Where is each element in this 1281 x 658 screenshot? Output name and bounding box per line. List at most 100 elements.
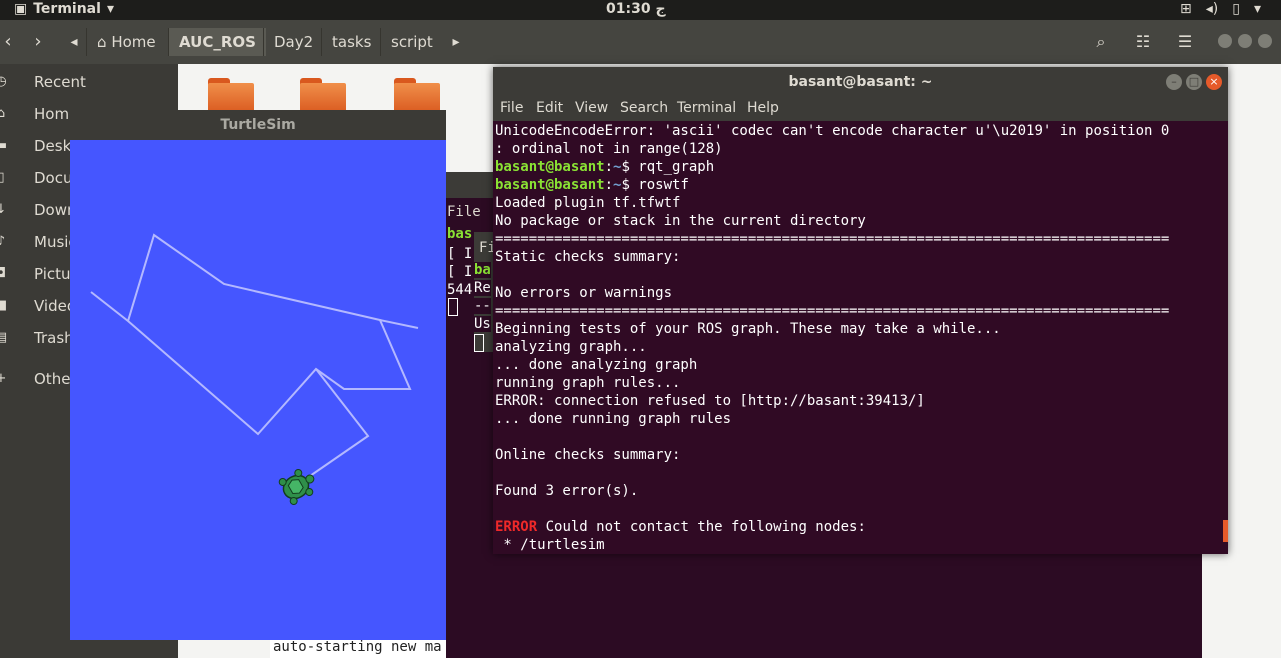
- terminal-output[interactable]: UnicodeEncodeError: 'ascii' codec can't …: [493, 121, 1228, 554]
- background-terminal-line: [ I: [447, 264, 473, 280]
- breadcrumb-auc-ros[interactable]: AUC_ROS: [168, 28, 266, 56]
- camera-icon: ◘: [0, 266, 7, 281]
- close-button[interactable]: [1258, 34, 1272, 48]
- menu-file[interactable]: File: [500, 100, 523, 116]
- breadcrumb-script[interactable]: script: [380, 28, 443, 56]
- download-icon: ↓: [0, 202, 7, 217]
- background-terminal-line: 544: [447, 282, 473, 298]
- error-message: Could not contact the following nodes:: [537, 519, 866, 535]
- view-options-icon[interactable]: ☷: [1126, 28, 1160, 56]
- terminal-prompt-line: basant@basant:~$ rqt_graph: [495, 159, 714, 175]
- terminal-line: * /turtlesim: [495, 537, 605, 553]
- folder-icon[interactable]: [394, 78, 440, 114]
- terminal-line: No errors or warnings: [495, 285, 673, 301]
- terminal-line: Static checks summary:: [495, 249, 681, 265]
- prompt-user: basant@basant: [495, 159, 605, 175]
- system-tray[interactable]: ⊞ ◂) ▯ ▾: [1180, 1, 1261, 17]
- menu-terminal[interactable]: Terminal: [677, 100, 736, 116]
- breadcrumb-home[interactable]: ⌂ Home: [86, 28, 166, 56]
- prompt-user: basant@basant: [495, 177, 605, 193]
- background-terminal-line: Us: [474, 316, 491, 332]
- terminal-line: : ordinal not in range(128): [495, 141, 723, 157]
- document-icon: ▯: [0, 170, 5, 185]
- trash-icon: ▤: [0, 330, 8, 345]
- path-scroll-left-button[interactable]: ◂: [66, 28, 82, 56]
- terminal-icon: ▣: [14, 1, 28, 17]
- maximize-button[interactable]: [1238, 34, 1252, 48]
- app-menu-label: Terminal: [33, 1, 101, 17]
- menu-edit[interactable]: Edit: [536, 100, 563, 116]
- turtlesim-window[interactable]: TurtleSim: [70, 110, 446, 640]
- background-terminal-menu-file[interactable]: File: [447, 204, 481, 220]
- terminal-line: running graph rules...: [495, 375, 681, 391]
- terminal-line: Found 3 error(s).: [495, 483, 639, 499]
- breadcrumb-day2[interactable]: Day2: [263, 28, 323, 56]
- main-terminal-window[interactable]: basant@basant: ~ – □ × File Edit View Se…: [493, 67, 1228, 554]
- menu-help[interactable]: Help: [747, 100, 779, 116]
- back-button[interactable]: ‹: [0, 28, 16, 56]
- clock[interactable]: ج 01:30: [606, 1, 666, 17]
- close-button[interactable]: ×: [1206, 74, 1222, 90]
- forward-button[interactable]: ›: [26, 28, 50, 56]
- bottom-terminal-strip[interactable]: auto-starting new ma: [270, 638, 446, 658]
- terminal-line: Online checks summary:: [495, 447, 681, 463]
- turtle-icon: [278, 468, 315, 506]
- maximize-button[interactable]: □: [1186, 74, 1202, 90]
- menu-search[interactable]: Search: [620, 100, 668, 116]
- terminal-line: UnicodeEncodeError: 'ascii' codec can't …: [495, 123, 1170, 139]
- breadcrumb-tasks[interactable]: tasks: [321, 28, 381, 56]
- volume-icon[interactable]: ◂): [1206, 1, 1219, 17]
- terminal-line: ... done running graph rules: [495, 411, 732, 427]
- top-panel: ▣ Terminal ▾ ج 01:30 ⊞ ◂) ▯ ▾: [0, 0, 1281, 20]
- folder-icon[interactable]: [208, 78, 254, 114]
- music-icon: ♪: [0, 234, 6, 249]
- prompt-command: $ roswtf: [621, 177, 689, 193]
- terminal-menubar: File Edit View Search Terminal Help: [493, 97, 1228, 121]
- terminal-line: analyzing graph...: [495, 339, 647, 355]
- battery-icon[interactable]: ▯: [1232, 1, 1240, 17]
- bottom-terminal-line: auto-starting new ma: [273, 639, 442, 655]
- background-terminal-line: bas: [447, 226, 473, 242]
- terminal-line: ... done analyzing graph: [495, 357, 698, 373]
- files-toolbar: ‹ › ◂ ⌂ Home AUC_ROS Day2 tasks script ▸…: [0, 20, 1281, 65]
- network-icon[interactable]: ⊞: [1180, 1, 1192, 17]
- desktop-icon: ▬: [0, 138, 8, 153]
- clock-icon: ◷: [0, 74, 7, 89]
- terminal-line: ERROR: connection refused to [http://bas…: [495, 393, 925, 409]
- terminal-scrollbar[interactable]: [1223, 520, 1228, 542]
- prompt-separator: :: [604, 159, 614, 175]
- terminal-separator: ========================================…: [495, 303, 1170, 319]
- prompt-command: $ rqt_graph: [621, 159, 715, 175]
- plus-icon: +: [0, 371, 7, 386]
- turtle-path-svg: [90, 233, 419, 506]
- minimize-button[interactable]: [1218, 34, 1232, 48]
- home-icon: ⌂: [0, 106, 6, 121]
- terminal-line: Beginning tests of your ROS graph. These…: [495, 321, 1001, 337]
- terminal-title[interactable]: basant@basant: ~: [493, 67, 1228, 97]
- folder-icon[interactable]: [300, 78, 346, 114]
- terminal-cursor: [474, 334, 484, 352]
- path-scroll-right-button[interactable]: ▸: [446, 28, 466, 56]
- app-menu[interactable]: ▣ Terminal ▾: [14, 1, 114, 17]
- turtlesim-titlebar[interactable]: TurtleSim: [70, 110, 446, 140]
- prompt-separator: :: [604, 177, 614, 193]
- terminal-line: Loaded plugin tf.tfwtf: [495, 195, 681, 211]
- terminal-cursor: [448, 298, 458, 316]
- minimize-button[interactable]: –: [1166, 74, 1182, 90]
- search-icon[interactable]: ⌕: [1084, 28, 1118, 56]
- background-terminal-line: --: [474, 298, 491, 314]
- home-icon: ⌂: [97, 33, 107, 51]
- turtlesim-canvas: [70, 140, 446, 640]
- error-label: ERROR: [495, 519, 538, 535]
- terminal-prompt-line: basant@basant:~$ roswtf: [495, 177, 689, 193]
- chevron-down-icon[interactable]: ▾: [1254, 1, 1261, 17]
- turtle-trail: [379, 319, 419, 329]
- terminal-line: No package or stack in the current direc…: [495, 213, 866, 229]
- terminal-separator: ========================================…: [495, 231, 1170, 247]
- hamburger-menu-icon[interactable]: ☰: [1168, 28, 1202, 56]
- video-icon: ■: [0, 298, 8, 313]
- chevron-down-icon: ▾: [106, 1, 114, 17]
- background-terminal-line: [ I: [447, 246, 473, 262]
- background-terminal-line: Re: [474, 280, 491, 296]
- menu-view[interactable]: View: [575, 100, 608, 116]
